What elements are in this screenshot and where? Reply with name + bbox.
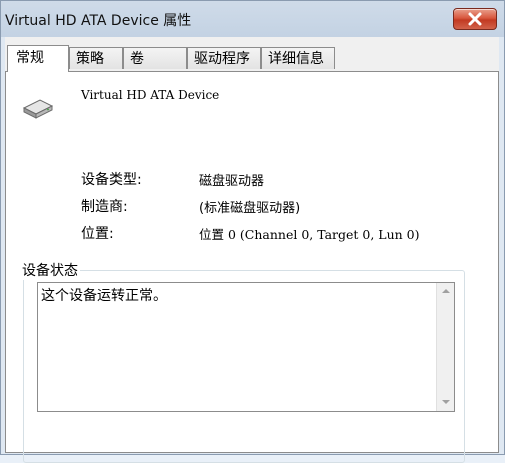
manufacturer-value: (标准磁盘驱动器)	[199, 201, 301, 216]
tab-details[interactable]: 详细信息	[261, 47, 335, 69]
hard-disk-icon	[22, 99, 54, 119]
scroll-down-button[interactable]	[437, 394, 454, 411]
manufacturer-label: 制造商:	[81, 199, 128, 215]
tab-strip: 常规 策略 卷 驱动程序 详细信息	[5, 45, 499, 72]
device-status-text: 这个设备运转正常。	[41, 288, 167, 304]
close-icon	[468, 12, 482, 26]
close-button[interactable]	[453, 8, 497, 30]
location-label: 位置:	[81, 226, 114, 242]
tab-volumes[interactable]: 卷	[123, 47, 187, 69]
tab-general[interactable]: 常规	[7, 45, 69, 72]
device-type-label: 设备类型:	[81, 172, 142, 188]
location-value: 位置 0 (Channel 0, Target 0, Lun 0)	[199, 227, 420, 242]
scroll-up-arrow-icon	[442, 289, 450, 293]
device-type-value: 磁盘驱动器	[199, 174, 265, 189]
properties-dialog: Virtual HD ATA Device 属性 常规 策略 卷 驱动程序 详细…	[0, 0, 505, 463]
tab-panel-general: Virtual HD ATA Device 设备类型: 磁盘驱动器 制造商: (…	[5, 71, 499, 463]
scroll-up-button[interactable]	[437, 283, 454, 300]
dialog-client-area: 常规 策略 卷 驱动程序 详细信息 Virtual HD ATA Device …	[5, 37, 499, 463]
device-name: Virtual HD ATA Device	[81, 88, 220, 102]
title-bar[interactable]: Virtual HD ATA Device 属性	[1, 1, 504, 37]
device-status-label: 设备状态	[20, 260, 80, 280]
status-scrollbar[interactable]	[436, 283, 454, 411]
scroll-down-arrow-icon	[442, 400, 450, 404]
tab-policies[interactable]: 策略	[69, 47, 123, 69]
tab-driver[interactable]: 驱动程序	[187, 47, 261, 69]
device-status-textbox[interactable]: 这个设备运转正常。	[37, 282, 455, 412]
window-title: Virtual HD ATA Device 属性	[5, 13, 192, 29]
